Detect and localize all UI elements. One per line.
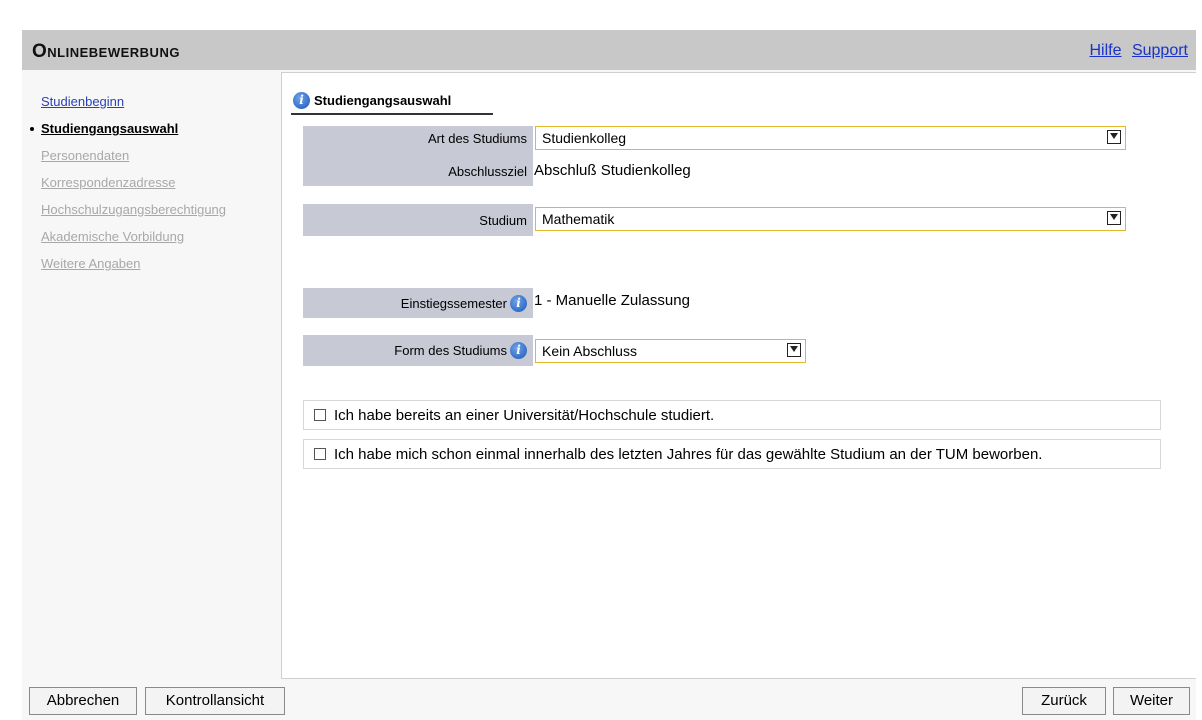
nav-item-personendaten: Personendaten	[41, 148, 130, 163]
form-des-studiums-label: Form des Studiums i	[303, 335, 533, 366]
nav-item-studiengangsauswahl: Studiengangsauswahl	[30, 115, 282, 142]
kontrollansicht-button[interactable]: Kontrollansicht	[145, 687, 285, 715]
info-icon[interactable]: i	[510, 294, 527, 312]
support-link[interactable]: Support	[1132, 42, 1188, 59]
nav-item-weitere-angaben: Weitere Angaben	[41, 256, 141, 271]
tab-studiengangsauswahl[interactable]: i Studiengangsauswahl	[291, 87, 493, 115]
chevron-down-icon	[787, 343, 801, 357]
checkbox-row-beworben[interactable]: Ich habe mich schon einmal innerhalb des…	[303, 439, 1161, 469]
art-abschluss-label-block: Art des Studiums Abschlussziel	[303, 126, 533, 186]
nav-item-hochschulzugangsberechtigung: Hochschulzugangsberechtigung	[41, 202, 227, 217]
step-navigation: Studienbeginn Studiengangsauswahl Person…	[30, 88, 282, 277]
checkbox-label: Ich habe bereits an einer Universität/Ho…	[334, 406, 715, 424]
help-link[interactable]: Hilfe	[1089, 42, 1121, 59]
studium-select[interactable]: Mathematik	[535, 207, 1126, 231]
nav-item-korrespondenzadresse: Korrespondenzadresse	[41, 175, 176, 190]
header-links: Hilfe Support	[1083, 42, 1188, 60]
checkbox[interactable]	[314, 448, 326, 460]
nav-item-akademische-vorbildung: Akademische Vorbildung	[41, 229, 185, 244]
studium-label: Studium	[303, 204, 533, 236]
nav-item-studienbeginn[interactable]: Studienbeginn	[32, 88, 282, 115]
abbrechen-button[interactable]: Abbrechen	[29, 687, 137, 715]
form-des-studiums-value: Kein Abschluss	[542, 343, 637, 359]
abschlussziel-label: Abschlussziel	[448, 164, 527, 179]
einstiegssemester-label: Einstiegssemester i	[303, 288, 533, 318]
art-des-studiums-label: Art des Studiums	[428, 131, 527, 146]
info-icon[interactable]: i	[510, 342, 527, 359]
app-title: Onlinebewerbung	[32, 41, 180, 62]
info-icon: i	[293, 91, 310, 109]
checkbox-row-studiert[interactable]: Ich habe bereits an einer Universität/Ho…	[303, 400, 1161, 430]
studium-value: Mathematik	[542, 211, 615, 227]
chevron-down-icon	[1107, 130, 1121, 144]
checkbox[interactable]	[314, 409, 326, 421]
tab-label: Studiengangsauswahl	[314, 92, 452, 108]
app-frame: Onlinebewerbung Hilfe Support Studienbeg…	[22, 30, 1196, 720]
abschlussziel-value: Abschluß Studienkolleg	[534, 162, 691, 179]
einstiegssemester-value: 1 - Manuelle Zulassung	[534, 292, 690, 309]
main-content: i Studiengangsauswahl Art des Studiums A…	[281, 72, 1196, 679]
zurueck-button[interactable]: Zurück	[1022, 687, 1106, 715]
art-des-studiums-select[interactable]: Studienkolleg	[535, 126, 1126, 150]
art-des-studiums-value: Studienkolleg	[542, 130, 627, 146]
header-bar: Onlinebewerbung Hilfe Support	[22, 30, 1196, 70]
form-des-studiums-select[interactable]: Kein Abschluss	[535, 339, 806, 363]
weiter-button[interactable]: Weiter	[1113, 687, 1190, 715]
checkbox-label: Ich habe mich schon einmal innerhalb des…	[334, 445, 1043, 463]
chevron-down-icon	[1107, 211, 1121, 225]
